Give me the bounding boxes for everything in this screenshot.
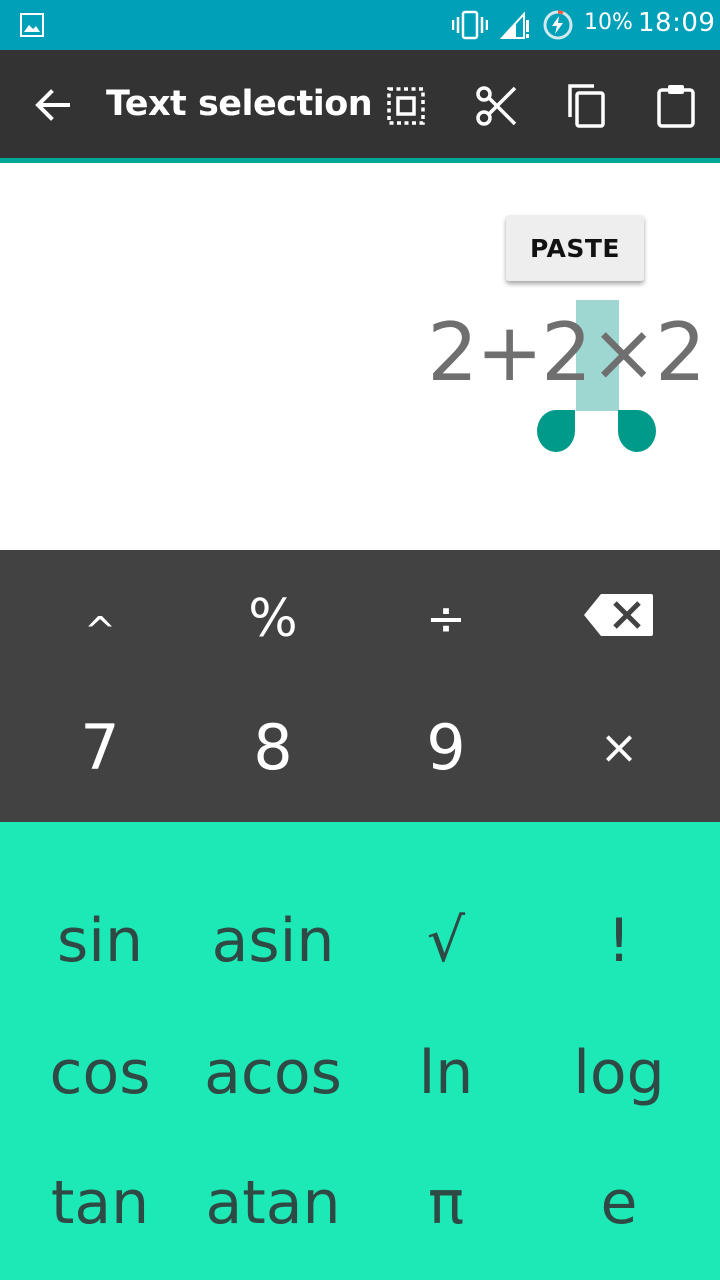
factorial-key[interactable]: !: [533, 876, 705, 1006]
percent-key[interactable]: %: [187, 554, 359, 684]
select-all-button[interactable]: [380, 80, 432, 132]
selection-handle-start[interactable]: [537, 410, 575, 452]
toolbar-title: Text selection: [106, 84, 373, 124]
euler-key[interactable]: e: [533, 1138, 705, 1268]
power-key[interactable]: ^: [14, 566, 186, 696]
selection-handle-end[interactable]: [618, 410, 656, 452]
cut-button[interactable]: [470, 80, 522, 132]
log-key[interactable]: log: [533, 1008, 705, 1138]
back-button[interactable]: [28, 80, 78, 130]
clock: 18:09: [638, 8, 716, 38]
pi-key[interactable]: π: [360, 1138, 532, 1268]
formula-display: PASTE 2+2×2: [0, 163, 720, 550]
cut-icon: [476, 86, 517, 126]
multiply-key[interactable]: ×: [533, 682, 705, 812]
paste-icon: [657, 85, 695, 128]
gallery-icon: [20, 13, 44, 41]
sin-key[interactable]: sin: [14, 876, 186, 1006]
paste-popup-button[interactable]: PASTE: [506, 215, 644, 281]
status-bar: 10% 18:09: [0, 0, 720, 50]
back-arrow-icon: [35, 89, 70, 121]
sqrt-key[interactable]: √: [360, 876, 532, 1006]
keypad-operators: ^ % ÷ 7 8 9 ×: [0, 550, 720, 822]
acos-key[interactable]: acos: [187, 1008, 359, 1138]
atan-key[interactable]: atan: [187, 1138, 359, 1268]
backspace-key[interactable]: [533, 550, 705, 680]
copy-button[interactable]: [560, 80, 612, 132]
cos-key[interactable]: cos: [14, 1008, 186, 1138]
battery-percent: 10%: [584, 10, 633, 35]
copy-icon: [568, 84, 605, 128]
battery-charging-icon: [542, 9, 574, 45]
divide-key[interactable]: ÷: [360, 554, 532, 684]
signal-icon: [499, 10, 532, 44]
select-all-icon: [387, 87, 425, 125]
ln-key[interactable]: ln: [360, 1008, 532, 1138]
digit-7-key[interactable]: 7: [14, 682, 186, 812]
formula-text[interactable]: 2+2×2: [427, 303, 706, 403]
vibrate-icon: [451, 9, 489, 45]
digit-9-key[interactable]: 9: [360, 682, 532, 812]
tan-key[interactable]: tan: [14, 1138, 186, 1268]
backspace-icon: [584, 594, 653, 636]
text-selection-toolbar: Text selection: [0, 50, 720, 163]
advanced-functions-panel: sin asin √ ! cos acos ln log tan atan π …: [0, 822, 720, 1280]
asin-key[interactable]: asin: [187, 876, 359, 1006]
digit-8-key[interactable]: 8: [187, 682, 359, 812]
paste-button[interactable]: [650, 80, 702, 132]
